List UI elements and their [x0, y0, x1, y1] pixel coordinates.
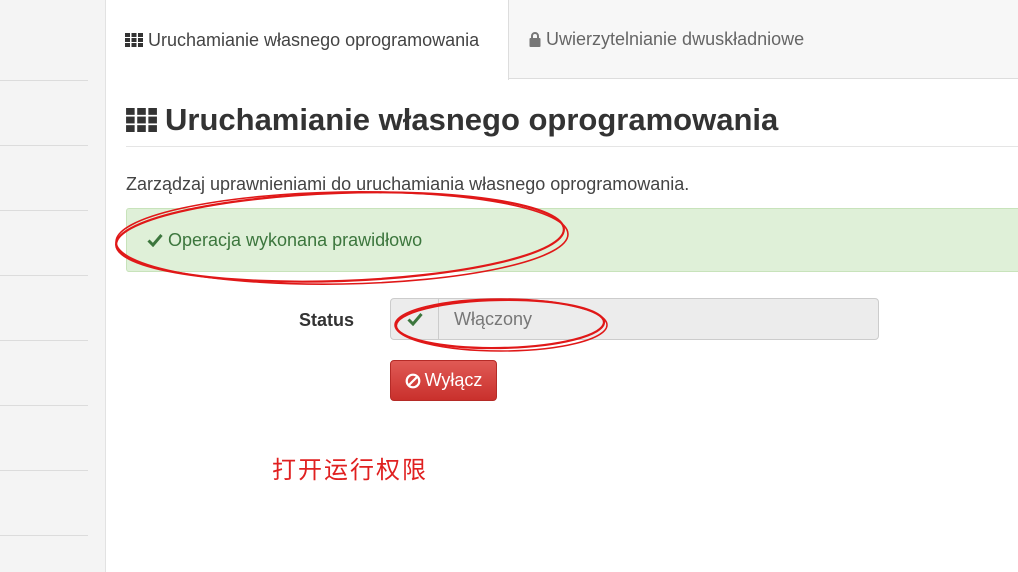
annotation-note: 打开运行权限 — [272, 456, 428, 484]
status-label: Status — [299, 310, 355, 330]
sidebar-divider — [0, 80, 88, 81]
sidebar-divider — [0, 275, 88, 276]
sidebar-divider — [0, 340, 88, 341]
ban-icon — [405, 373, 420, 388]
grid-icon — [126, 108, 157, 132]
tab-uruchamianie[interactable]: Uruchamianie własnego oprogramowania — [106, 0, 509, 80]
check-icon — [147, 234, 163, 247]
page-title: Uruchamianie własnego oprogramowania — [126, 102, 778, 138]
check-icon — [406, 313, 423, 326]
status-addon — [391, 299, 439, 339]
tab-bar: Uruchamianie własnego oprogramowania Uwi… — [106, 0, 1018, 80]
sidebar — [0, 0, 106, 572]
alert-message: Operacja wykonana prawidłowo — [168, 229, 423, 250]
disable-button[interactable]: Wyłącz — [390, 360, 497, 401]
tab-uwierzytelnianie[interactable]: Uwierzytelnianie dwuskładniowe — [510, 0, 910, 79]
sidebar-divider — [0, 535, 88, 536]
sidebar-divider — [0, 405, 88, 406]
status-input[interactable] — [439, 299, 878, 339]
status-field-group — [390, 298, 879, 340]
success-alert: Operacja wykonana prawidłowo — [126, 208, 1018, 272]
grid-icon — [125, 33, 143, 47]
disable-button-label: Wyłącz — [424, 370, 483, 390]
divider — [126, 146, 1018, 147]
page-title-text: Uruchamianie własnego oprogramowania — [165, 102, 779, 137]
tab-label: Uruchamianie własnego oprogramowania — [148, 29, 480, 50]
sidebar-divider — [0, 145, 88, 146]
page-description: Zarządzaj uprawnieniami do uruchamiania … — [126, 174, 690, 194]
tab-label: Uwierzytelnianie dwuskładniowe — [546, 29, 805, 49]
lock-icon — [529, 32, 541, 47]
sidebar-divider — [0, 470, 88, 471]
sidebar-divider — [0, 210, 88, 211]
